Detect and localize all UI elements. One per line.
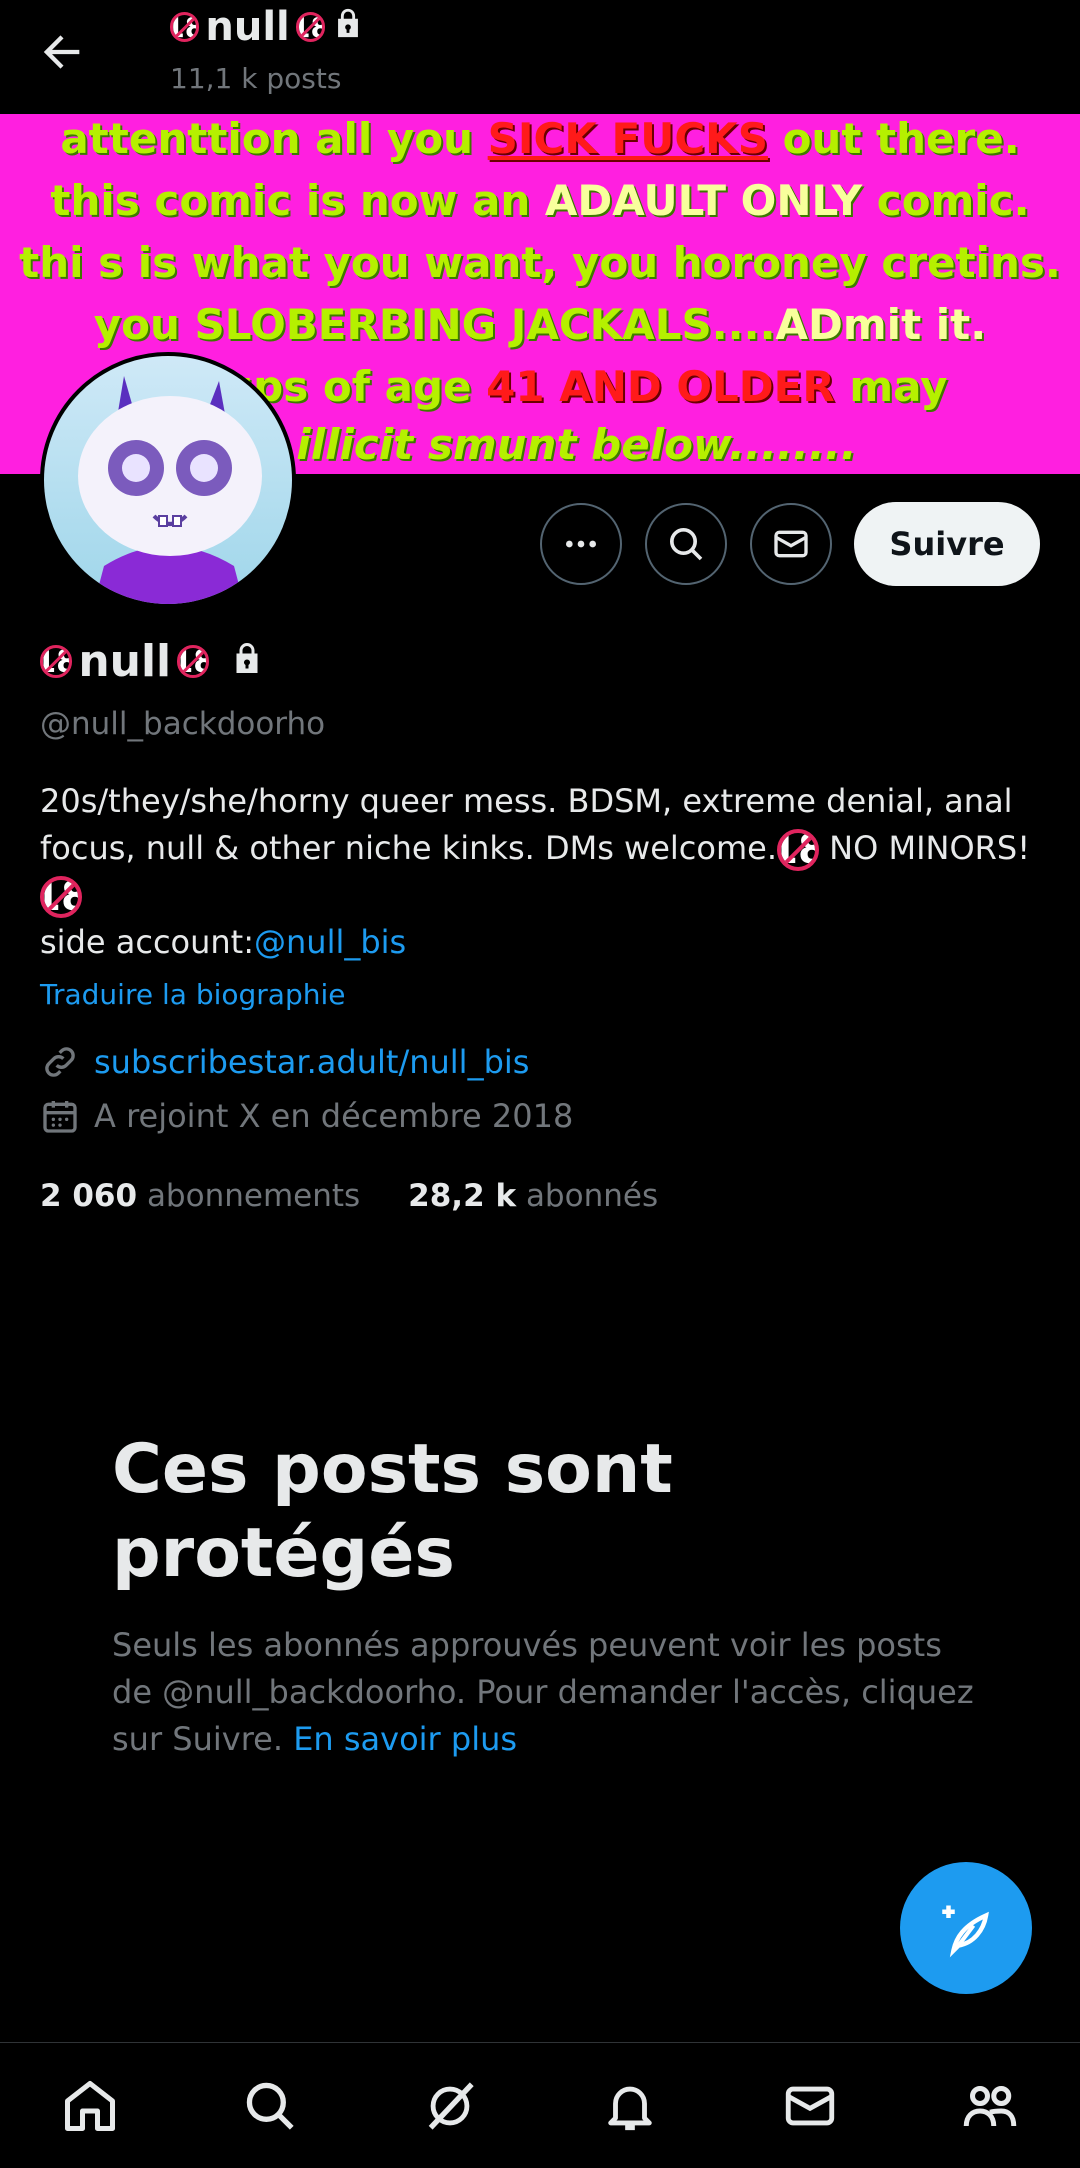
nav-search[interactable] [230,2066,310,2146]
banner-line-1: attenttion all you SICK FUCKS out there. [60,114,1020,163]
age-18-badge: 18 [295,12,326,42]
lock-icon [229,636,265,687]
home-icon [65,2080,115,2131]
joined-row: A rejoint X en décembre 2018 [40,1096,573,1136]
nav-messages[interactable] [770,2066,850,2146]
age-18-badge: 18 [170,12,200,42]
search-profile-button[interactable] [645,503,727,585]
follow-button[interactable]: Suivre [854,502,1040,586]
header-name: null [205,4,290,50]
search-icon [670,528,703,561]
website-link[interactable]: subscribestar.adult/null_bis [94,1043,529,1081]
follow-stats: 2 060 abonnements 28,2 k abonnés [40,1178,658,1214]
nav-grok[interactable] [410,2066,490,2146]
website-row: subscribestar.adult/null_bis [40,1042,529,1082]
nav-notifications[interactable] [590,2066,670,2146]
age-18-badge: 18 [177,645,210,678]
nav-communities[interactable] [950,2066,1030,2146]
back-arrow-icon[interactable] [36,26,88,78]
mail-icon [774,530,808,558]
age-18-badge: 18 [40,645,73,678]
age-18-badge: 18 [40,876,82,918]
learn-more-link[interactable]: En savoir plus [293,1720,517,1758]
banner-line-4: you SLOBERBING JACKALS....ADmit it. [93,300,987,349]
side-account-label: side account: [40,923,254,961]
header-title: 18null18 [170,4,365,50]
banner-line-3: thi s is what you want, you horoney cret… [19,238,1061,287]
communities-icon [963,2085,1017,2126]
more-button[interactable] [540,503,622,585]
nav-home[interactable] [50,2066,130,2146]
protected-title: Ces posts sont protégés [112,1430,673,1593]
age-18-badge: 18 [777,829,819,871]
banner-line-2: this comic is now an ADAULT ONLY comic. [50,176,1030,225]
side-account-link[interactable]: @null_bis [254,923,406,961]
top-bar [0,0,1080,114]
protected-description: Seuls les abonnés approuvés peuvent voir… [112,1626,974,1758]
profile-name: 18null18 [40,636,265,687]
bio-no-minors: NO MINORS! [819,829,1031,867]
message-button[interactable] [750,503,832,585]
followers-stat[interactable]: 28,2 k abonnés [408,1178,658,1214]
avatar[interactable] [40,352,296,608]
lock-icon [331,4,365,50]
bell-icon [608,2086,652,2130]
calendar-icon [43,1101,77,1133]
posts-count: 11,1 k posts [170,62,342,95]
translate-bio-link[interactable]: Traduire la biographie [40,978,345,1011]
joined-date: A rejoint X en décembre 2018 [94,1097,574,1135]
following-stat[interactable]: 2 060 abonnements [40,1178,360,1214]
grok-icon [428,2081,474,2130]
bottom-nav [0,2042,1080,2168]
mail-icon [785,2086,835,2125]
link-icon [45,1047,75,1077]
display-name: null [78,636,172,687]
profile-handle: @null_backdoorho [40,706,326,742]
compose-icon [942,1905,989,1958]
profile-bio: 20s/they/she/horny queer mess. BDSM, ext… [40,778,1050,966]
compose-button[interactable] [900,1862,1032,1994]
search-icon [246,2082,294,2130]
more-icon [566,540,596,548]
